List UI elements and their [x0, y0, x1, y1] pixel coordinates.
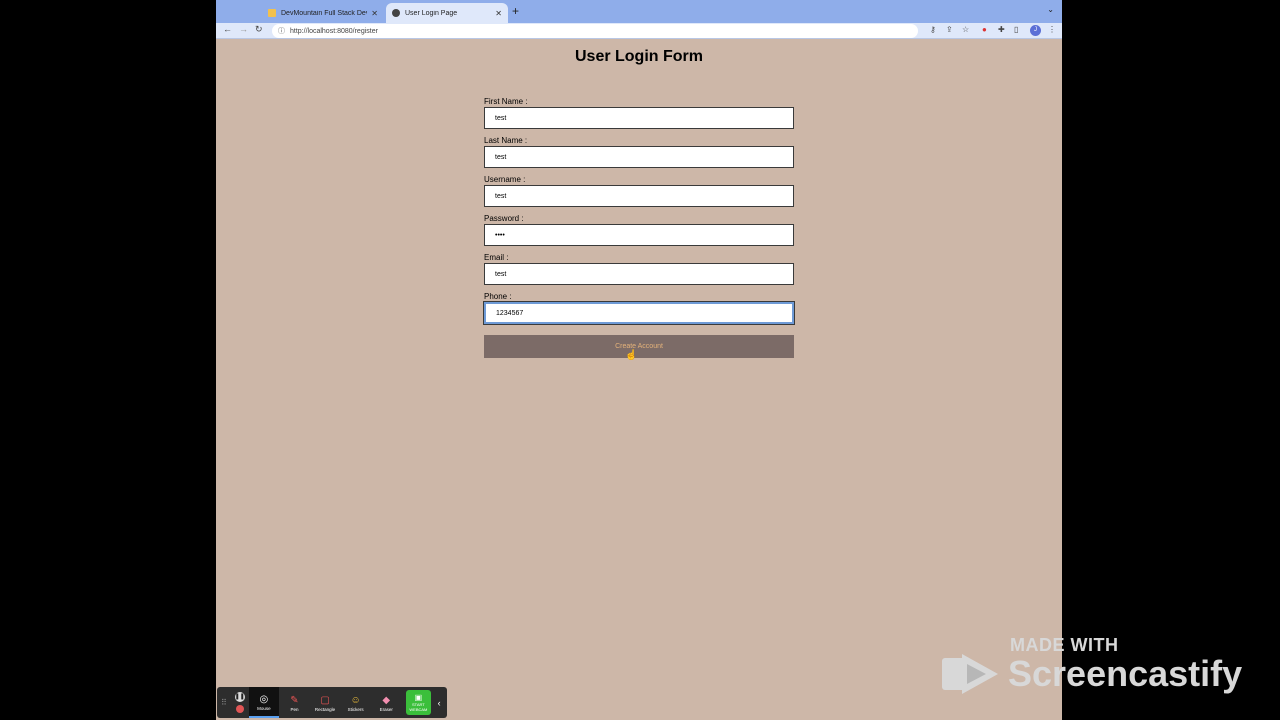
- back-arrow-icon[interactable]: ←: [223, 24, 232, 34]
- bookmark-star-icon[interactable]: ☆: [962, 25, 969, 34]
- site-info-icon[interactable]: ⓘ: [278, 26, 285, 36]
- tab-title: User Login Page: [405, 9, 458, 17]
- hand-cursor-icon: ☝: [625, 350, 638, 361]
- rectangle-icon: ▢: [320, 694, 330, 706]
- tab-title: DevMountain Full Stack Develo: [281, 9, 367, 17]
- webcam-label: START WEBCAM: [409, 702, 428, 712]
- tool-eraser[interactable]: ◆ Eraser: [371, 687, 402, 718]
- first-name-label: First Name :: [484, 97, 528, 106]
- webcam-icon: ▣: [414, 693, 423, 702]
- tool-pen[interactable]: ✎ Pen: [279, 687, 310, 718]
- extensions-puzzle-icon[interactable]: ✚: [998, 25, 1005, 34]
- sticker-smiley-icon: ☺: [350, 694, 361, 706]
- reload-icon[interactable]: ↻: [255, 24, 263, 35]
- screencastify-extension-icon[interactable]: ●: [982, 25, 987, 34]
- pause-icon[interactable]: ❚❚: [234, 692, 245, 702]
- password-label: Password :: [484, 214, 524, 223]
- watermark-brand: Screencastify: [1008, 653, 1243, 694]
- username-label: Username :: [484, 175, 526, 184]
- browser-window: DevMountain Full Stack Develo ✕ User Log…: [216, 0, 1062, 720]
- tool-label: Eraser: [379, 706, 393, 712]
- pen-icon: ✎: [290, 694, 299, 706]
- screencastify-logo-icon: [942, 654, 998, 694]
- create-account-button[interactable]: Create Account: [484, 335, 794, 358]
- last-name-label: Last Name :: [484, 136, 528, 145]
- address-bar[interactable]: ⓘ http://localhost:8080/register: [272, 24, 918, 38]
- start-webcam-button[interactable]: ▣ START WEBCAM: [405, 690, 432, 715]
- tool-mouse[interactable]: ◎ Mouse: [248, 687, 280, 718]
- forward-arrow-icon[interactable]: →: [239, 24, 248, 34]
- mouse-icon: ◎: [259, 693, 269, 705]
- password-input[interactable]: [484, 224, 794, 246]
- new-tab-icon[interactable]: +: [512, 4, 519, 18]
- register-form: First Name : Last Name : Username : Pass…: [483, 96, 795, 358]
- tab-search-chevron-icon[interactable]: ⌄: [1047, 5, 1054, 14]
- tab-devmountain[interactable]: DevMountain Full Stack Develo ✕: [262, 3, 384, 23]
- eraser-icon: ◆: [382, 694, 391, 706]
- username-input[interactable]: [484, 185, 794, 207]
- screencastify-toolbar: ⠿ ❚❚ ◎ Mouse ✎ Pen ▢ Rectangle ☺ Sticker…: [217, 687, 447, 718]
- tool-rectangle[interactable]: ▢ Rectangle: [310, 687, 341, 718]
- drag-handle-icon[interactable]: ⠿: [217, 698, 231, 707]
- share-icon[interactable]: ⇪: [946, 25, 953, 34]
- collapse-chevron-icon[interactable]: ‹: [431, 698, 447, 708]
- phone-input[interactable]: [483, 301, 795, 325]
- recording-controls: ❚❚: [231, 692, 249, 713]
- page-title: User Login Form: [574, 48, 703, 65]
- side-panel-icon[interactable]: ▯: [1014, 25, 1018, 34]
- kebab-menu-icon[interactable]: ⋮: [1048, 25, 1056, 34]
- last-name-input[interactable]: [484, 146, 794, 168]
- tool-label: Pen: [290, 706, 299, 712]
- browser-toolbar: ← → ↻ ⓘ http://localhost:8080/register ⚷…: [216, 23, 1062, 39]
- folder-favicon-icon: [268, 9, 276, 17]
- tab-user-login[interactable]: User Login Page ✕: [386, 3, 508, 23]
- tab-close-icon[interactable]: ✕: [495, 9, 502, 18]
- profile-avatar[interactable]: J: [1030, 25, 1041, 36]
- tab-close-icon[interactable]: ✕: [371, 9, 378, 18]
- phone-label: Phone :: [484, 292, 512, 301]
- screencastify-watermark: MADE WITH Screencastify: [940, 635, 1270, 705]
- tab-strip: DevMountain Full Stack Develo ✕ User Log…: [216, 0, 1062, 23]
- tool-stickers[interactable]: ☺ Stickers: [340, 687, 371, 718]
- tool-label: Rectangle: [314, 706, 336, 712]
- stop-icon[interactable]: [235, 705, 244, 713]
- key-icon[interactable]: ⚷: [930, 25, 936, 34]
- first-name-input[interactable]: [484, 107, 794, 129]
- globe-favicon-icon: [392, 9, 400, 17]
- url-text: http://localhost:8080/register: [290, 27, 378, 35]
- tool-label: Stickers: [347, 706, 364, 712]
- tool-label: Mouse: [257, 705, 271, 711]
- email-input[interactable]: [484, 263, 794, 285]
- email-label: Email :: [484, 253, 509, 262]
